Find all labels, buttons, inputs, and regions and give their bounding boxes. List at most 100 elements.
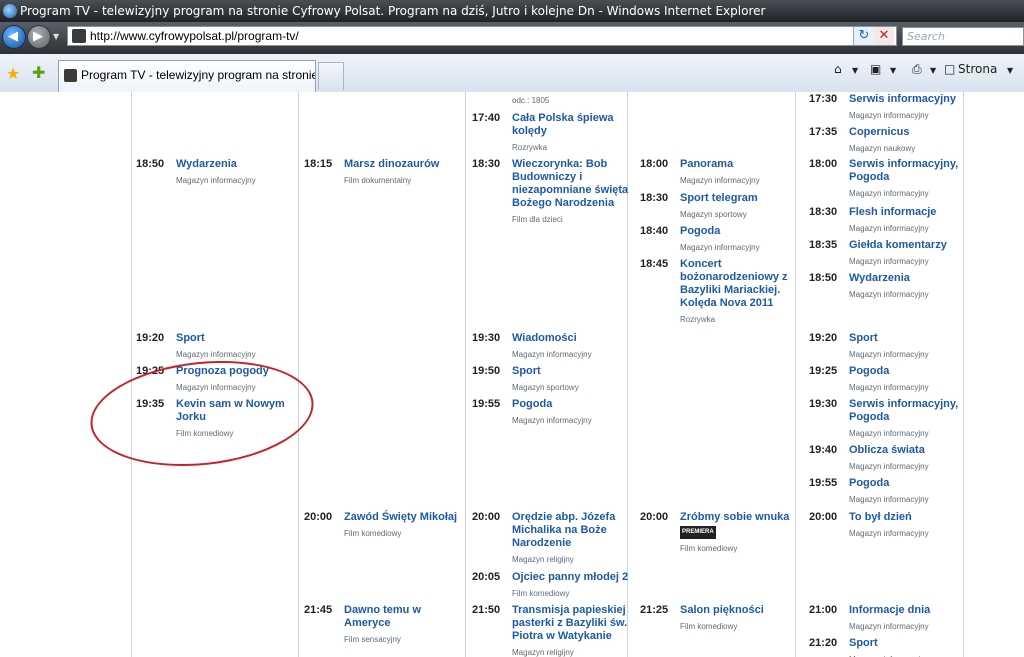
programme-title[interactable]: Informacje dnia xyxy=(849,604,930,616)
programme-title[interactable]: Panorama xyxy=(680,158,733,170)
address-field[interactable]: http://www.cyfrowypolsat.pl/program-tv/ … xyxy=(67,26,897,46)
programme-time: 21:45 xyxy=(304,604,333,616)
programme-title[interactable]: Ojciec panny młodej 2 xyxy=(512,571,628,583)
search-input[interactable]: Search xyxy=(902,27,1024,46)
programme-genre: Magazyn informacyjny xyxy=(849,495,929,504)
programme-genre: Film dla dzieci xyxy=(512,215,563,224)
print-icon[interactable]: ⎙ xyxy=(912,62,922,77)
programme-title-link[interactable]: Serwis informacyjny Magazyn informacyjny xyxy=(849,93,974,122)
programme-title[interactable]: Serwis informacyjny xyxy=(849,93,956,105)
programme-title[interactable]: Koncert bożonarodzeniowy z Bazyliki Mari… xyxy=(680,258,788,309)
programme-title-link[interactable]: Sport Magazyn informacyjny xyxy=(176,332,301,361)
programme-title[interactable]: Orędzie abp. Józefa Michalika na Boże Na… xyxy=(512,511,615,549)
new-tab-button[interactable] xyxy=(318,62,344,90)
programme-title[interactable]: Sport xyxy=(849,637,878,649)
programme-title[interactable]: Pogoda xyxy=(680,225,720,237)
stop-button[interactable]: ✕ xyxy=(874,27,894,45)
programme-title[interactable]: Wieczorynka: Bob Budowniczy i niezapomni… xyxy=(512,158,628,209)
home-icon[interactable]: ⌂ xyxy=(834,62,842,76)
programme-title[interactable]: Sport xyxy=(176,332,205,344)
programme-title-link[interactable]: Wydarzenia Magazyn informacyjny xyxy=(176,158,301,187)
programme-title-link[interactable]: Wydarzenia Magazyn informacyjny xyxy=(849,272,974,301)
programme-genre: Magazyn informacyjny xyxy=(176,350,256,359)
programme-title[interactable]: Oblicza świata xyxy=(849,444,925,456)
programme-title[interactable]: Wydarzenia xyxy=(176,158,237,170)
feeds-icon[interactable]: ▣ xyxy=(870,62,881,76)
url-text: http://www.cyfrowypolsat.pl/program-tv/ xyxy=(90,29,299,43)
programme-title-link[interactable]: Oblicza świata Magazyn informacyjny xyxy=(849,444,974,473)
programme-title-link[interactable]: Pogoda Magazyn informacyjny xyxy=(849,365,974,394)
programme-genre: Rozrywka xyxy=(512,143,548,152)
programme-genre: Magazyn informacyjny xyxy=(849,350,929,359)
programme-title-link[interactable]: Sport Magazyn informacyjny xyxy=(849,332,974,361)
programme-title-link[interactable]: Zawód Święty Mikołaj Film komediowy xyxy=(344,511,469,540)
programme-title-link[interactable]: Sport Magazyn informacyjny xyxy=(849,637,974,657)
programme-title[interactable]: Serwis informacyjny, Pogoda xyxy=(849,398,958,423)
home-dropdown-icon[interactable]: ▼ xyxy=(852,66,858,75)
programme-title[interactable]: Sport xyxy=(849,332,878,344)
programme-title-link[interactable]: Giełda komentarzy Magazyn informacyjny xyxy=(849,239,974,268)
programme-title-link[interactable]: Pogoda Magazyn informacyjny xyxy=(512,398,637,427)
programme-title-link[interactable]: Transmisja papieskiej pasterki z Bazylik… xyxy=(512,604,637,657)
programme-title[interactable]: Copernicus xyxy=(849,126,910,138)
programme-title-link[interactable]: Dawno temu w Ameryce Film sensacyjny xyxy=(344,604,469,646)
programme-title-link[interactable]: Copernicus Magazyn naukowy xyxy=(849,126,974,155)
page-menu-dropdown-icon[interactable]: ▼ xyxy=(1007,66,1013,75)
programme-title-link[interactable]: Wiadomości Magazyn informacyjny xyxy=(512,332,637,361)
programme-title[interactable]: Pogoda xyxy=(849,365,889,377)
programme-genre: Magazyn sportowy xyxy=(680,210,747,219)
programme-time: 20:00 xyxy=(304,511,333,523)
programme-title[interactable]: Cała Polska śpiewa kolędy xyxy=(512,112,614,137)
programme-title[interactable]: Salon piękności xyxy=(680,604,764,616)
programme-title[interactable]: Pogoda xyxy=(849,477,889,489)
programme-genre: Magazyn sportowy xyxy=(512,383,579,392)
programme-title-link[interactable]: Pogoda Magazyn informacyjny xyxy=(849,477,974,506)
programme-title[interactable]: Sport xyxy=(512,365,541,377)
programme-title-link[interactable]: Zróbmy sobie wnuka PREMIERA Film komediowy xyxy=(680,511,805,555)
window-titlebar: Program TV - telewizyjny program na stro… xyxy=(0,0,1024,22)
page-menu-label[interactable]: Strona xyxy=(958,62,997,76)
programme-title[interactable]: Zróbmy sobie wnuka xyxy=(680,511,789,523)
programme-title[interactable]: To był dzień xyxy=(849,511,912,523)
programme-title-link[interactable]: Sport Magazyn sportowy xyxy=(512,365,637,394)
back-button[interactable]: ◀ xyxy=(2,25,26,49)
programme-title-link[interactable]: Pogoda Magazyn informacyjny xyxy=(680,225,805,254)
programme-title-link[interactable]: Marsz dinozaurów Film dokumentalny xyxy=(344,158,469,187)
programme-title[interactable]: Wydarzenia xyxy=(849,272,910,284)
print-dropdown-icon[interactable]: ▼ xyxy=(930,66,936,75)
programme-title-link[interactable]: Ojciec panny młodej 2 Film komediowy xyxy=(512,571,637,600)
page-menu-icon[interactable]: □ xyxy=(944,62,955,76)
tab-program-tv[interactable]: Program TV - telewizyjny program na stro… xyxy=(58,60,316,92)
refresh-button[interactable]: ↻ xyxy=(853,27,874,45)
programme-title[interactable]: Pogoda xyxy=(512,398,552,410)
programme-genre: Magazyn informacyjny xyxy=(512,416,592,425)
programme-title-link[interactable]: Koncert bożonarodzeniowy z Bazyliki Mari… xyxy=(680,258,805,326)
programme-title-link[interactable]: Serwis informacyjny, Pogoda Magazyn infor… xyxy=(849,158,974,200)
programme-title-link[interactable]: To był dzień Magazyn informacyjny xyxy=(849,511,974,540)
recent-pages-dropdown-icon[interactable]: ▼ xyxy=(53,32,59,41)
programme-title[interactable]: Transmisja papieskiej pasterki z Bazylik… xyxy=(512,604,627,642)
programme-title[interactable]: Wiadomości xyxy=(512,332,577,344)
programme-title[interactable]: Giełda komentarzy xyxy=(849,239,947,251)
programme-time: 20:05 xyxy=(472,571,501,583)
programme-title[interactable]: Serwis informacyjny, Pogoda xyxy=(849,158,958,183)
programme-time: 18:30 xyxy=(809,206,838,218)
add-favorites-icon[interactable]: ✚ xyxy=(32,63,45,82)
programme-title-link[interactable]: Sport telegram Magazyn sportowy xyxy=(680,192,805,221)
programme-title-link[interactable]: Flesh informacje Magazyn informacyjny xyxy=(849,206,974,235)
programme-title[interactable]: Marsz dinozaurów xyxy=(344,158,439,170)
programme-title-link[interactable]: Cała Polska śpiewa kolędy Rozrywka xyxy=(512,112,637,154)
programme-title-link[interactable]: Serwis informacyjny, Pogoda Magazyn infor… xyxy=(849,398,974,440)
programme-title[interactable]: Dawno temu w Ameryce xyxy=(344,604,421,629)
programme-title[interactable]: Sport telegram xyxy=(680,192,758,204)
programme-title-link[interactable]: Informacje dnia Magazyn informacyjny xyxy=(849,604,974,633)
programme-title-link[interactable]: Panorama Magazyn informacyjny xyxy=(680,158,805,187)
programme-title[interactable]: Zawód Święty Mikołaj xyxy=(344,511,457,523)
programme-title[interactable]: Flesh informacje xyxy=(849,206,936,218)
programme-title-link[interactable]: Orędzie abp. Józefa Michalika na Boże Na… xyxy=(512,511,637,566)
forward-button[interactable]: ▶ xyxy=(27,25,51,49)
feeds-dropdown-icon[interactable]: ▼ xyxy=(890,66,896,75)
favorites-star-icon[interactable]: ★ xyxy=(6,64,20,83)
programme-title-link[interactable]: Salon piękności Film komediowy xyxy=(680,604,805,633)
programme-title-link[interactable]: Wieczorynka: Bob Budowniczy i niezapomni… xyxy=(512,158,637,226)
